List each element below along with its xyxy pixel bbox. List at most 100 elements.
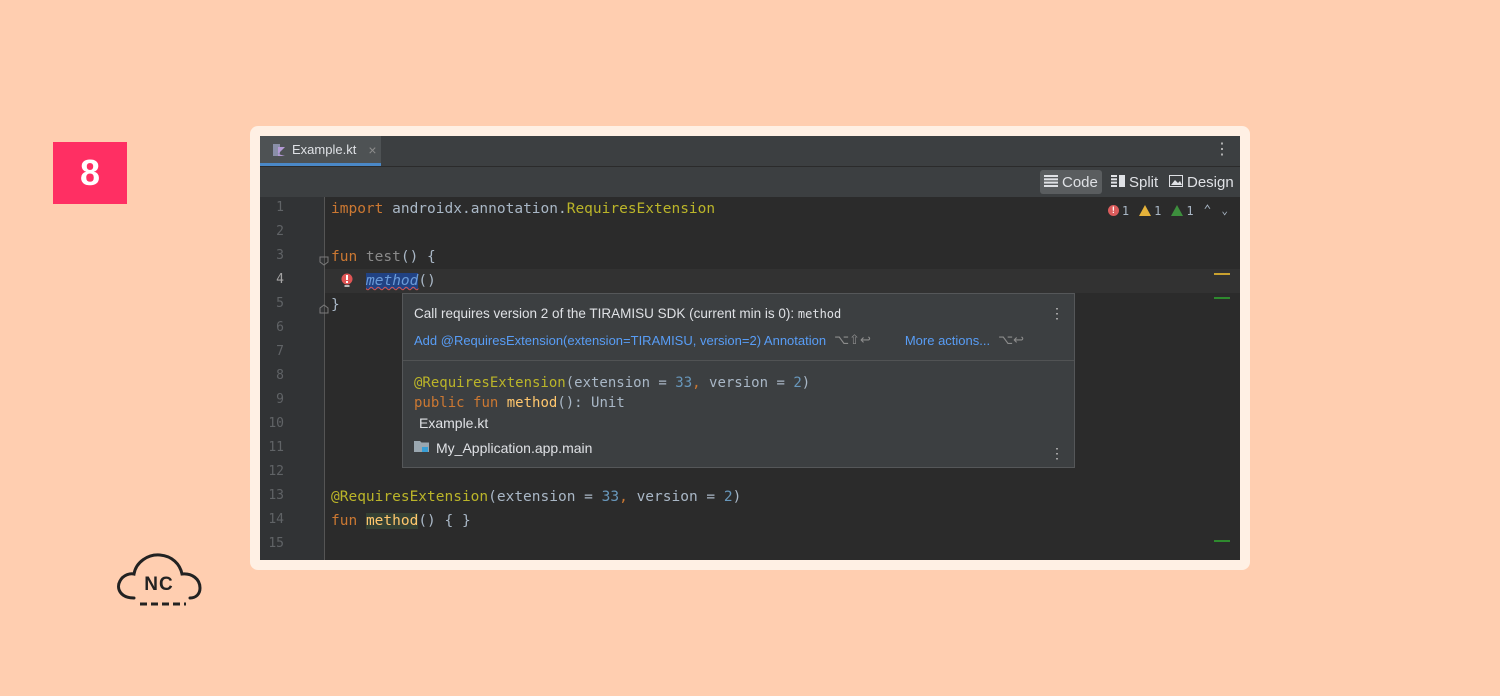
code-line-3: fun test() { <box>331 245 436 269</box>
weak-warning-count[interactable]: 1 <box>1171 203 1194 218</box>
code-text: ) <box>732 489 742 505</box>
doc-file-name: Example.kt <box>419 415 489 431</box>
code-text: () { } <box>418 513 471 529</box>
keyword: fun <box>331 249 358 265</box>
line-number: 8 <box>276 368 284 383</box>
number-literal: 33 <box>675 375 693 391</box>
code-line-13: @RequiresExtension(extension = 33, versi… <box>331 485 741 509</box>
code-text: (extension = <box>488 489 602 505</box>
error-message: Call requires version 2 of the TIRAMISU … <box>414 306 841 321</box>
weak-warning-stripe-mark[interactable] <box>1214 540 1230 542</box>
view-mode-bar: Code Split Design <box>260 167 1240 197</box>
tab-label: Example.kt <box>292 142 357 157</box>
more-vertical-icon[interactable]: ⋮ <box>1214 142 1230 158</box>
line-number: 15 <box>268 536 284 551</box>
code-text: (extension = <box>565 375 676 391</box>
keyword: fun <box>473 395 499 411</box>
line-number: 13 <box>268 488 284 503</box>
module-folder-icon <box>414 439 430 456</box>
keyword: public <box>414 395 465 411</box>
function-name: method <box>506 395 558 411</box>
class-name: RequiresExtension <box>566 201 716 217</box>
number-literal: 2 <box>723 489 733 505</box>
fold-end-icon[interactable] <box>319 301 329 319</box>
code-line-14: fun method() { } <box>331 509 471 533</box>
warning-count-value: 1 <box>1154 203 1162 218</box>
line-number-gutter: 1 2 3 4 5 6 7 8 9 10 11 12 13 14 15 <box>260 197 329 560</box>
screenshot-frame: Example.kt × ⋮ Code Split Design 1 2 3 4… <box>250 126 1250 570</box>
error-count-value: 1 <box>1121 203 1130 218</box>
line-number: 2 <box>276 224 284 239</box>
code-text: version = <box>709 375 794 391</box>
line-number-current: 4 <box>276 272 284 287</box>
split-view-label: Split <box>1129 173 1159 191</box>
code-text: (): Unit <box>557 395 625 411</box>
weak-warning-icon <box>1171 205 1184 216</box>
warning-stripe-mark[interactable] <box>1214 273 1230 275</box>
quick-fix-popup: Call requires version 2 of the TIRAMISU … <box>402 293 1075 468</box>
split-icon <box>1111 174 1125 191</box>
error-message-code: method <box>797 307 842 321</box>
module-name: My_Application.app.main <box>436 439 593 456</box>
code-view-button[interactable]: Code <box>1040 170 1102 194</box>
tab-example-kt[interactable]: Example.kt × <box>260 136 381 166</box>
nc-cloud-logo: NC <box>114 552 204 610</box>
documentation-panel: @RequiresExtension(extension = 33, versi… <box>403 361 1074 468</box>
line-number: 9 <box>276 392 284 407</box>
code-text: () { <box>400 249 436 265</box>
design-view-button[interactable]: Design <box>1165 170 1238 194</box>
image-icon <box>1169 174 1183 191</box>
code-line-4: method() <box>366 269 436 293</box>
code-text: () <box>418 273 436 289</box>
add-annotation-fix-link[interactable]: Add @RequiresExtension(extension=TIRAMIS… <box>414 333 826 348</box>
line-number: 6 <box>276 320 284 335</box>
more-vertical-icon[interactable]: ⋮ <box>1050 446 1064 460</box>
error-stripe[interactable] <box>1214 197 1230 560</box>
annotation: @RequiresExtension <box>414 375 566 391</box>
comma: , <box>619 489 637 505</box>
code-line-1: import androidx.annotation.RequiresExten… <box>331 197 715 221</box>
close-icon[interactable]: × <box>368 142 376 158</box>
line-number: 10 <box>268 416 284 431</box>
code-text: ) <box>801 375 811 391</box>
weak-warning-count-value: 1 <box>1186 203 1194 218</box>
doc-annotation-line: @RequiresExtension(extension = 33, versi… <box>414 373 1063 393</box>
split-view-button[interactable]: Split <box>1107 170 1162 194</box>
shortcut-label: ⌥↩ <box>998 332 1024 347</box>
popup-header: Call requires version 2 of the TIRAMISU … <box>403 294 1074 361</box>
inspection-widget[interactable]: ! 1 1 1 ⌃ ⌄ <box>1107 203 1228 218</box>
weak-warning-stripe-mark[interactable] <box>1214 297 1230 299</box>
line-number: 7 <box>276 344 284 359</box>
line-number: 5 <box>276 296 284 311</box>
logo-text: NC <box>144 574 174 595</box>
doc-signature-line: public fun method(): Unit <box>414 393 1063 413</box>
warning-count[interactable]: 1 <box>1139 204 1161 218</box>
error-count[interactable]: ! 1 <box>1107 203 1130 218</box>
lines-icon <box>1044 174 1058 191</box>
package-path: androidx.annotation. <box>383 201 567 217</box>
shortcut-label: ⌥⇧↩ <box>834 332 871 347</box>
more-vertical-icon[interactable]: ⋮ <box>1050 306 1064 320</box>
line-number: 1 <box>276 200 284 215</box>
more-actions-link[interactable]: More actions... <box>905 333 990 348</box>
function-name: test <box>357 249 401 265</box>
method-call[interactable]: method <box>366 273 419 289</box>
chevron-up-icon[interactable]: ⌃ <box>1204 203 1212 218</box>
popup-actions: Add @RequiresExtension(extension=TIRAMIS… <box>414 332 1024 348</box>
code-text: } <box>331 297 340 313</box>
doc-module: My_Application.app.main <box>414 439 1063 456</box>
code-view-label: Code <box>1062 173 1098 191</box>
editor-tab-bar: Example.kt × ⋮ <box>260 136 1240 167</box>
fold-icon[interactable] <box>319 253 329 271</box>
ide-editor-window: Example.kt × ⋮ Code Split Design 1 2 3 4… <box>260 136 1240 560</box>
error-message-text: Call requires version 2 of the TIRAMISU … <box>414 306 795 321</box>
kotlin-file-icon <box>272 143 286 157</box>
keyword: import <box>331 201 384 217</box>
warning-icon <box>1139 205 1152 216</box>
line-number: 11 <box>268 440 284 455</box>
code-line-5: } <box>331 293 340 317</box>
line-number: 12 <box>268 464 284 479</box>
error-bulb-icon[interactable] <box>341 273 353 293</box>
error-icon: ! <box>1107 205 1119 216</box>
number-literal: 2 <box>793 375 802 391</box>
